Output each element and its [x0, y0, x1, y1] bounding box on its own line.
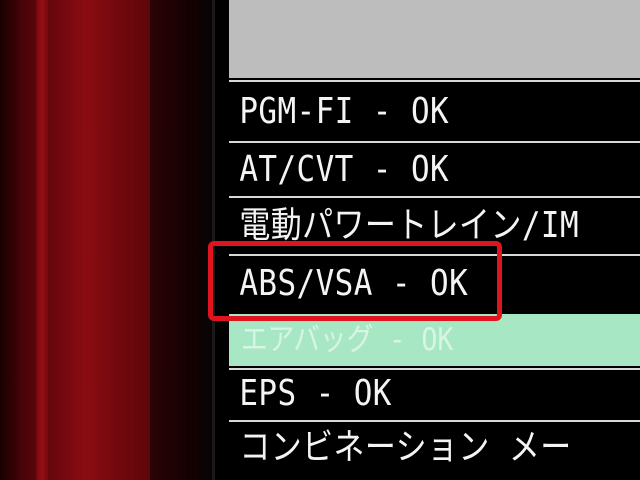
- screen-bezel: [150, 0, 218, 480]
- status-row-at-cvt[interactable]: AT/CVT - OK: [229, 144, 590, 196]
- status-row-pgm-fi[interactable]: PGM-FI - OK: [229, 86, 590, 138]
- status-row-combination-meter[interactable]: コンビネーション メー: [229, 422, 590, 474]
- row-divider: [229, 196, 640, 198]
- highlight-annotation-box: [208, 241, 502, 321]
- lcd-screen: PGM-FI - OK AT/CVT - OK 電動パワートレイン/IM ABS…: [212, 0, 640, 480]
- header-bar: [229, 0, 640, 78]
- row-divider: [229, 80, 640, 82]
- status-row-airbag-label: エアバッグ - OK: [241, 322, 454, 358]
- row-divider: [229, 141, 640, 143]
- frame-highlight: [36, 0, 48, 480]
- status-row-airbag[interactable]: エアバッグ - OK: [229, 314, 640, 366]
- frame-shadow: [0, 0, 18, 480]
- status-row-eps[interactable]: EPS - OK: [229, 368, 590, 420]
